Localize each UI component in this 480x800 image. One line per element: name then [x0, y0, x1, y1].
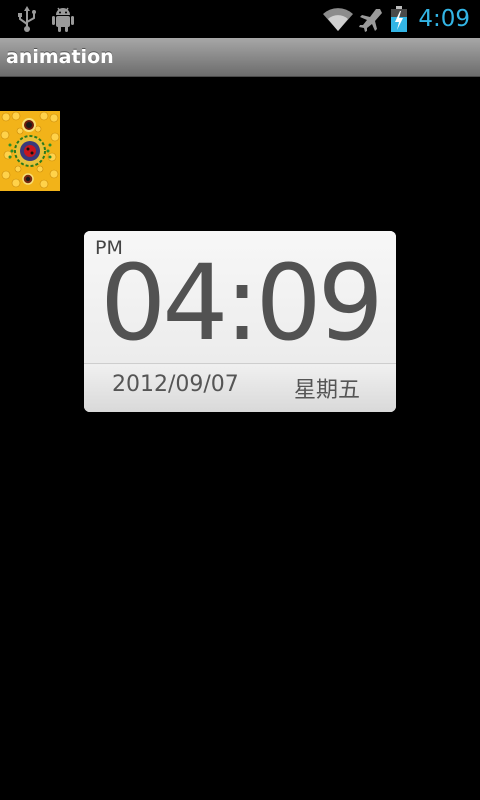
app-title: animation — [6, 46, 114, 68]
android-debug-icon — [50, 5, 76, 33]
clock-time: 04:09 — [100, 242, 384, 364]
title-bar: animation — [0, 38, 480, 77]
usb-icon — [16, 5, 38, 33]
screen: 4:09 animation PM 04:09 2012/09/07 星期五 — [0, 0, 480, 800]
clock-date: 2012/09/07 — [112, 372, 239, 397]
airplane-mode-icon — [358, 5, 382, 33]
ladybug-honeycomb-image[interactable] — [0, 111, 60, 191]
status-clock: 4:09 — [418, 6, 470, 32]
battery-charging-icon — [390, 5, 408, 33]
wifi-icon — [322, 5, 354, 33]
status-bar: 4:09 — [0, 0, 480, 38]
clock-widget[interactable]: PM 04:09 2012/09/07 星期五 — [84, 231, 396, 412]
clock-weekday: 星期五 — [293, 378, 360, 403]
